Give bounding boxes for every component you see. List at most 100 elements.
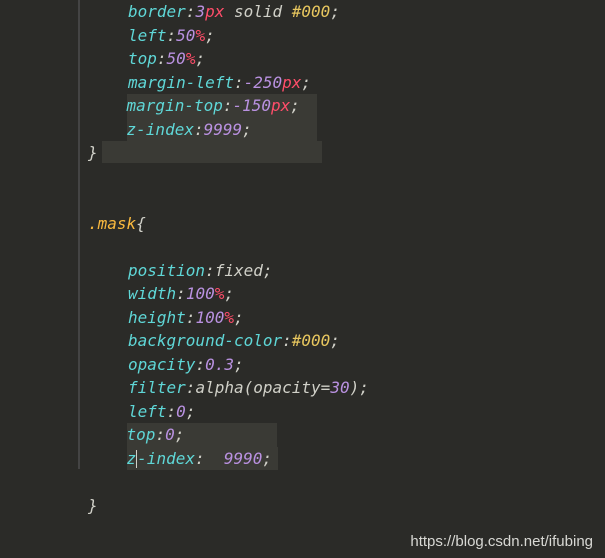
token-val-plain: opacity= [253,378,330,397]
token-colon: : [195,449,214,468]
token-semi: ; [242,120,252,139]
token-val-plain: solid [224,2,291,21]
token-colon: : [167,402,177,421]
token-num: 9990 [214,449,262,468]
token-unit-pct: % [195,26,205,45]
token-num: 50 [167,49,186,68]
token-semi: ; [186,402,196,421]
token-num: -150 [233,96,272,115]
code-line: position:fixed; [88,259,605,283]
token-unit-px: px [282,73,301,92]
token-func: alpha [195,378,243,397]
token-num: 30 [330,378,349,397]
token-hex: #000 [292,2,331,21]
token-selector: .mask [88,214,136,233]
code-editor[interactable]: border:3px solid #000;left:50%;top:50%;m… [0,0,605,517]
token-semi: ; [330,2,340,21]
token-semi: ; [224,284,234,303]
token-semi: ; [301,73,311,92]
code-line: top:0; [88,423,605,447]
token-num: 0.3 [205,355,234,374]
code-line: } [88,494,605,518]
token-num: 9999 [204,120,243,139]
token-num: 3 [195,2,205,21]
token-semi: ; [234,355,244,374]
token-prop: position [128,261,205,280]
token-prop: z [127,449,137,468]
code-line: opacity:0.3; [88,353,605,377]
token-prop: opacity [128,355,195,374]
token-unit-pct: % [215,284,225,303]
token-colon: : [282,331,292,350]
token-unit-pct: % [224,308,234,327]
code-line: width:100%; [88,282,605,306]
token-unit-px: px [271,96,290,115]
code-line: left:0; [88,400,605,424]
code-line: z-index: 9990; [88,447,605,471]
token-semi: ; [359,378,369,397]
token-prop: background-color [128,331,282,350]
token-semi: ; [263,261,273,280]
token-num: -250 [244,73,283,92]
token-semi: ; [195,49,205,68]
token-colon: : [186,2,196,21]
token-prop: margin-top [127,96,223,115]
code-line [88,165,605,189]
code-line: filter:alpha(opacity=30); [88,376,605,400]
token-semi: ; [234,308,244,327]
code-line: height:100%; [88,306,605,330]
token-unit-pct: % [186,49,196,68]
token-semi: ; [262,449,272,468]
token-brace: } [88,496,98,515]
token-semi: ; [205,26,215,45]
token-colon: : [186,308,196,327]
token-hex: #000 [292,331,331,350]
token-num: 50 [176,26,195,45]
token-colon: : [195,355,205,374]
token-colon: : [194,120,204,139]
token-semi: ; [175,425,185,444]
code-line [88,188,605,212]
token-unit-px: px [205,2,224,21]
token-prop: border [128,2,186,21]
code-line [88,470,605,494]
code-line: top:50%; [88,47,605,71]
token-semi: ; [330,331,340,350]
code-line: } [88,141,605,165]
token-brace: { [136,214,146,233]
code-line: border:3px solid #000; [88,0,605,24]
token-colon: : [155,425,165,444]
token-colon: : [186,378,196,397]
token-func-paren: ( [244,378,254,397]
token-num: 0 [165,425,175,444]
token-prop: top [128,49,157,68]
code-line: left:50%; [88,24,605,48]
token-prop: -index [137,449,195,468]
token-func-paren: ) [350,378,360,397]
token-num: 0 [176,402,186,421]
token-num: 100 [186,284,215,303]
token-prop: filter [128,378,186,397]
token-prop: left [128,26,167,45]
token-colon: : [234,73,244,92]
code-container: border:3px solid #000;left:50%;top:50%;m… [88,0,605,517]
code-line: background-color:#000; [88,329,605,353]
code-line: .mask{ [88,212,605,236]
token-num: 100 [195,308,224,327]
indent-guide [78,0,80,469]
token-colon: : [176,284,186,303]
token-colon: : [205,261,215,280]
token-brace: } [88,143,98,162]
code-line: z-index:9999; [88,118,605,142]
code-line [88,235,605,259]
token-colon: : [223,96,233,115]
token-prop: top [127,425,156,444]
watermark-text: https://blog.csdn.net/ifubing [410,533,593,550]
token-prop: height [128,308,186,327]
code-line: margin-left:-250px; [88,71,605,95]
text-cursor [136,450,137,468]
token-colon: : [167,26,177,45]
token-prop: z-index [127,120,194,139]
token-semi: ; [290,96,300,115]
token-prop: margin-left [128,73,234,92]
